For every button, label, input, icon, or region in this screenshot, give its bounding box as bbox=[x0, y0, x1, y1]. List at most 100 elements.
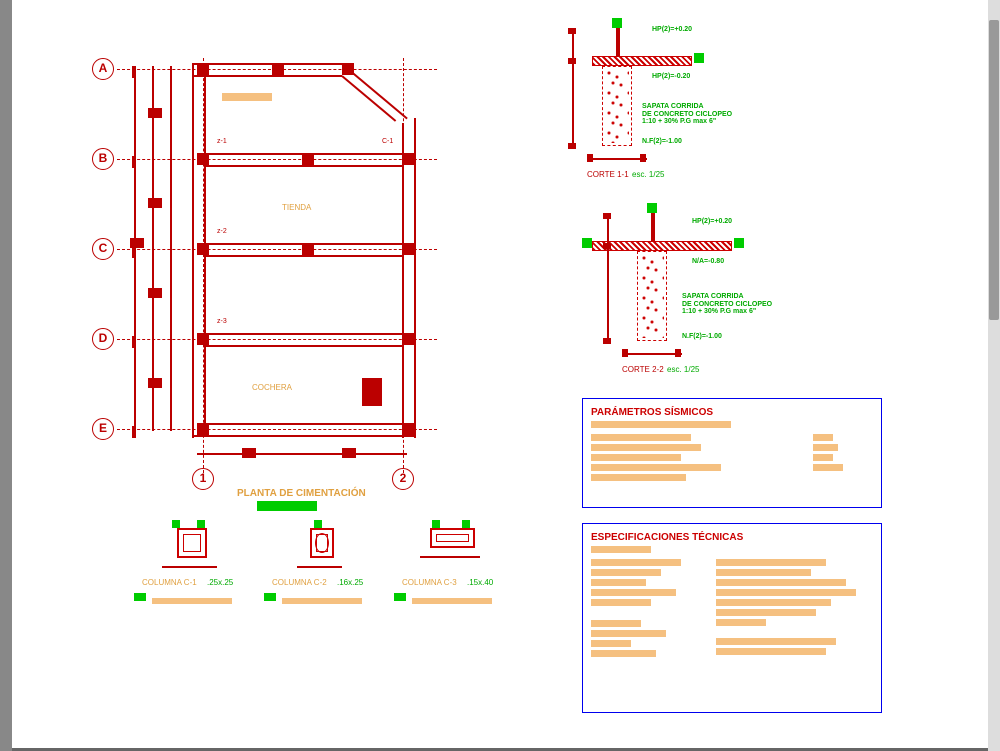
dim-line bbox=[297, 566, 342, 568]
beam-label: z-3 bbox=[217, 318, 227, 325]
grid-line bbox=[117, 339, 437, 340]
info-line bbox=[716, 599, 831, 606]
info-line bbox=[716, 619, 766, 626]
column bbox=[402, 333, 414, 345]
column bbox=[362, 378, 382, 406]
wall bbox=[192, 435, 414, 437]
spec-bar bbox=[282, 598, 362, 604]
column bbox=[402, 243, 414, 255]
grid-label-a: A bbox=[92, 58, 114, 80]
dim-mark bbox=[130, 238, 144, 248]
dim-line bbox=[607, 213, 609, 343]
box-title: ESPECIFICACIONES TÉCNICAS bbox=[591, 532, 873, 543]
grid-line bbox=[117, 429, 437, 430]
column-detail-c1: COLUMNA C-1 .25x.25 bbox=[142, 528, 242, 558]
info-line bbox=[813, 434, 833, 441]
info-line bbox=[716, 559, 826, 566]
info-line bbox=[591, 640, 631, 647]
section-corte-2: HP(2)=+0.20 N/A=-0.80 SAPATA CORRIDA DE … bbox=[552, 203, 752, 393]
dim-tick bbox=[603, 243, 611, 249]
wall bbox=[204, 333, 404, 335]
viewport: A B C D E 1 2 bbox=[0, 0, 1000, 751]
info-line bbox=[591, 444, 701, 451]
col-size: .25x.25 bbox=[207, 578, 233, 587]
slab bbox=[592, 241, 732, 251]
wall bbox=[204, 165, 404, 167]
grid-label-e: E bbox=[92, 418, 114, 440]
dim-mark bbox=[242, 448, 256, 458]
section-label: CORTE 1-1 bbox=[587, 170, 629, 179]
dim-mark bbox=[148, 378, 162, 388]
info-line bbox=[591, 559, 681, 566]
marker bbox=[197, 520, 205, 528]
info-line bbox=[591, 421, 731, 428]
column-section bbox=[310, 528, 334, 558]
dim-tick bbox=[675, 349, 681, 357]
marker bbox=[134, 593, 146, 601]
vertical-scrollbar[interactable] bbox=[988, 0, 1000, 751]
dim-line bbox=[197, 453, 407, 455]
spec-bar bbox=[152, 598, 232, 604]
level-note: HP(2)=-0.20 bbox=[652, 73, 690, 81]
wall bbox=[402, 123, 404, 438]
info-line bbox=[716, 648, 826, 655]
dim-line bbox=[420, 556, 480, 558]
wall bbox=[414, 118, 416, 438]
wall bbox=[204, 423, 404, 425]
marker bbox=[394, 593, 406, 601]
dim-mark bbox=[342, 448, 356, 458]
dim-tick bbox=[603, 213, 611, 219]
column bbox=[197, 243, 209, 255]
marker bbox=[314, 520, 322, 528]
section-scale: esc. 1/25 bbox=[667, 365, 699, 374]
dim-line bbox=[572, 28, 574, 148]
info-line bbox=[591, 650, 656, 657]
grid-label-b: B bbox=[92, 148, 114, 170]
drawing-sheet: A B C D E 1 2 bbox=[12, 0, 988, 751]
level-note: HP(2)=+0.20 bbox=[652, 26, 692, 34]
info-box-seismic: PARÁMETROS SÍSMICOS bbox=[582, 398, 882, 508]
info-line bbox=[716, 589, 856, 596]
marker bbox=[612, 18, 622, 28]
wall bbox=[192, 63, 194, 438]
info-line bbox=[591, 589, 676, 596]
wall bbox=[341, 75, 396, 122]
column bbox=[197, 153, 209, 165]
spec-bar bbox=[412, 598, 492, 604]
col-size: .15x.40 bbox=[467, 578, 493, 587]
wall bbox=[204, 255, 404, 257]
info-line bbox=[716, 569, 811, 576]
wall bbox=[204, 345, 404, 347]
wall bbox=[192, 63, 342, 65]
wall bbox=[192, 75, 342, 77]
info-line bbox=[591, 434, 691, 441]
level-note: N/A=-0.80 bbox=[692, 258, 724, 266]
column-detail-c3: COLUMNA C-3 .15x.40 bbox=[402, 528, 502, 548]
column bbox=[402, 423, 414, 435]
column-detail-c2: COLUMNA C-2 .16x.25 bbox=[272, 528, 372, 558]
section-corte-1: HP(2)=+0.20 HP(2)=-0.20 SAPATA CORRIDA D… bbox=[532, 18, 712, 198]
dim-mark bbox=[148, 108, 162, 118]
col-label: COLUMNA C-2 bbox=[272, 578, 327, 587]
drawing-content: A B C D E 1 2 bbox=[42, 8, 962, 741]
dim-line bbox=[170, 66, 172, 431]
column bbox=[302, 243, 314, 255]
section-scale: esc. 1/25 bbox=[632, 170, 664, 179]
column bbox=[197, 63, 209, 75]
room-label: COCHERA bbox=[252, 383, 292, 392]
wall bbox=[651, 213, 655, 241]
level-note: N.F(2)=-1.00 bbox=[682, 333, 722, 341]
grid-line bbox=[117, 159, 437, 160]
info-line bbox=[591, 620, 641, 627]
foundation-body bbox=[637, 251, 667, 341]
marker bbox=[172, 520, 180, 528]
dim-line bbox=[152, 66, 154, 431]
dim-line bbox=[162, 566, 217, 568]
dim-mark bbox=[148, 288, 162, 298]
info-line bbox=[591, 630, 666, 637]
info-line bbox=[591, 569, 661, 576]
plan-title: PLANTA DE CIMENTACIÓN bbox=[237, 488, 366, 499]
dim-tick bbox=[568, 58, 576, 64]
scroll-thumb[interactable] bbox=[989, 20, 999, 320]
column bbox=[197, 423, 209, 435]
